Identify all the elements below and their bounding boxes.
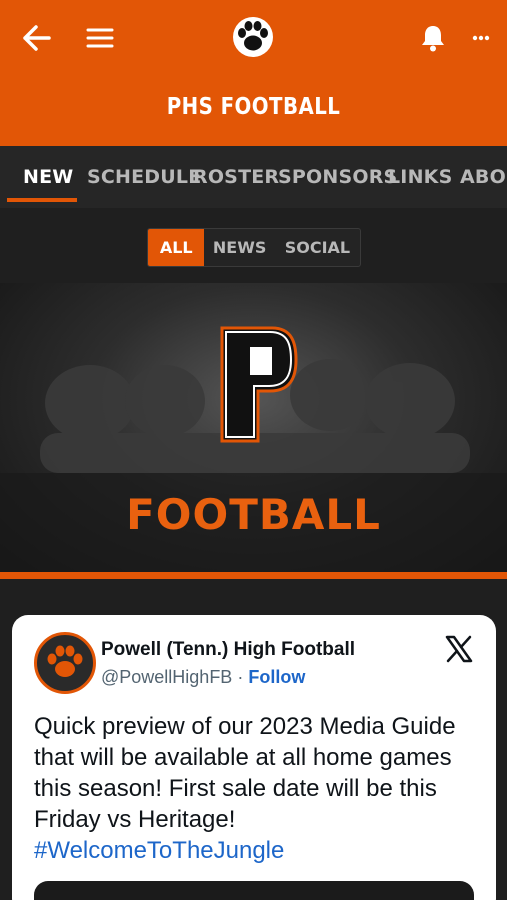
more-icon[interactable] bbox=[466, 22, 496, 54]
hashtag-link[interactable]: #WelcomeToTheJungle bbox=[34, 837, 284, 864]
separator-dot: · bbox=[237, 667, 244, 687]
account-name[interactable]: Powell (Tenn.) High Football bbox=[101, 639, 355, 661]
hamburger-menu-icon[interactable] bbox=[84, 22, 116, 54]
post-text: Quick preview of our 2023 Media Guide th… bbox=[34, 713, 456, 833]
social-post-card[interactable]: Powell (Tenn.) High Football @PowellHigh… bbox=[12, 615, 496, 900]
tab-sponsors[interactable]: SPONSORS bbox=[278, 166, 397, 188]
filter-all[interactable]: ALL bbox=[148, 229, 205, 266]
x-logo-icon[interactable] bbox=[444, 634, 474, 664]
tab-new[interactable]: NEW bbox=[23, 166, 73, 188]
post-media-image[interactable] bbox=[34, 881, 474, 900]
page-title: PHS FOOTBALL bbox=[166, 94, 341, 120]
tab-links[interactable]: LINKS bbox=[388, 166, 453, 188]
tab-roster[interactable]: ROSTER bbox=[193, 166, 279, 188]
paw-print-icon bbox=[231, 15, 275, 59]
bell-icon[interactable] bbox=[417, 22, 449, 54]
tab-about[interactable]: ABOUT bbox=[460, 166, 507, 188]
filter-news[interactable]: NEWS bbox=[204, 229, 274, 266]
paw-print-icon bbox=[47, 645, 83, 677]
back-arrow-icon[interactable] bbox=[20, 22, 54, 54]
avatar[interactable] bbox=[34, 632, 96, 694]
tab-schedule[interactable]: SCHEDULE bbox=[87, 166, 201, 188]
active-tab-indicator bbox=[7, 198, 77, 202]
account-handle-line: @PowellHighFB · Follow bbox=[101, 667, 305, 688]
follow-link[interactable]: Follow bbox=[248, 667, 305, 687]
app-header: PHS FOOTBALL bbox=[0, 0, 507, 146]
feed-filter: ALL NEWS SOCIAL bbox=[147, 228, 361, 267]
post-text-block: Quick preview of our 2023 Media Guide th… bbox=[34, 711, 484, 866]
p-logo bbox=[220, 326, 298, 443]
account-handle[interactable]: @PowellHighFB bbox=[101, 667, 232, 687]
banner-football-text: FOOTBALL bbox=[126, 490, 381, 539]
filter-social[interactable]: SOCIAL bbox=[275, 229, 360, 266]
banner-divider bbox=[0, 572, 507, 579]
